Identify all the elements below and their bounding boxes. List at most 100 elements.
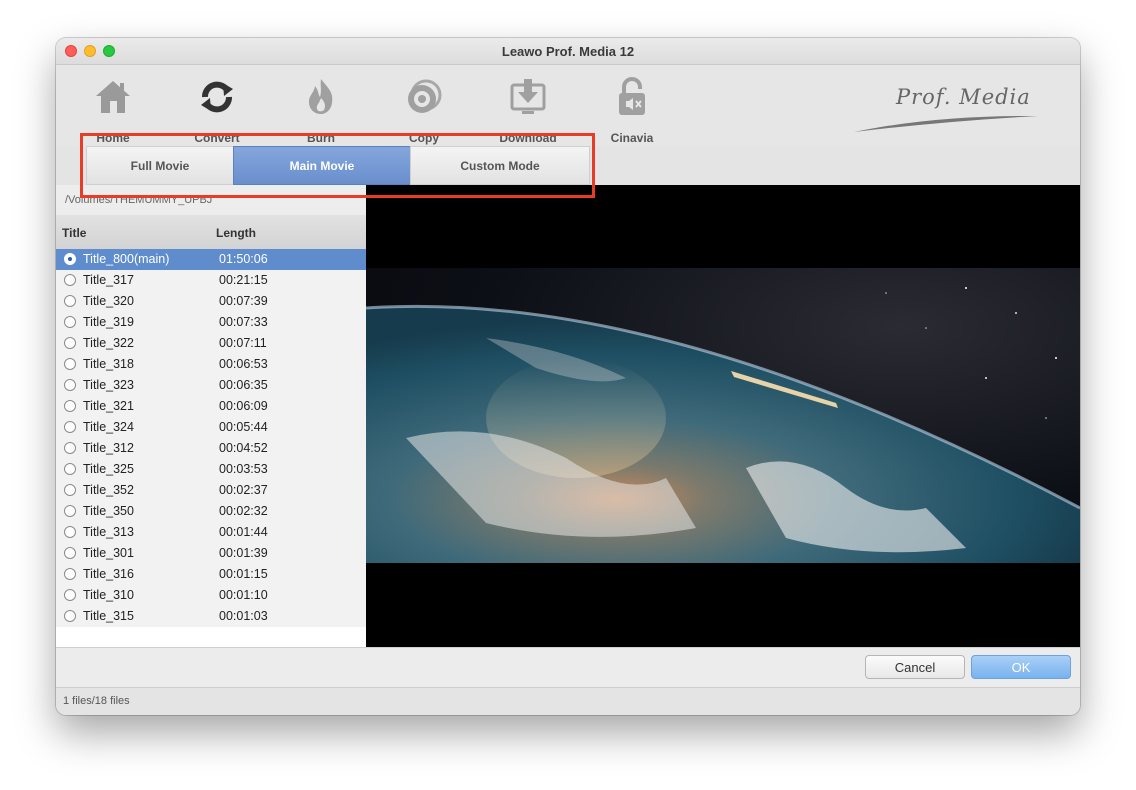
- title-radio[interactable]: [64, 316, 76, 328]
- title-list-header: Title Length: [56, 215, 366, 250]
- ok-button[interactable]: OK: [971, 655, 1071, 679]
- tab-custom-mode[interactable]: Custom Mode: [410, 146, 590, 185]
- title-length: 00:07:33: [219, 315, 268, 329]
- column-header-length[interactable]: Length: [216, 226, 256, 240]
- title-length: 00:02:37: [219, 483, 268, 497]
- title-row[interactable]: Title_319 00:07:33: [56, 312, 366, 333]
- title-name: Title_350: [83, 504, 134, 518]
- title-row[interactable]: Title_800(main) 01:50:06: [56, 249, 366, 270]
- title-name: Title_319: [83, 315, 134, 329]
- title-row[interactable]: Title_322 00:07:11: [56, 333, 366, 354]
- title-length: 00:01:44: [219, 525, 268, 539]
- title-row[interactable]: Title_321 00:06:09: [56, 396, 366, 417]
- title-radio[interactable]: [64, 295, 76, 307]
- title-length: 00:02:32: [219, 504, 268, 518]
- title-length: 01:50:06: [219, 252, 268, 266]
- title-length: 00:06:09: [219, 399, 268, 413]
- title-row[interactable]: Title_350 00:02:32: [56, 501, 366, 522]
- column-header-title[interactable]: Title: [62, 226, 86, 240]
- toolbar-convert-button[interactable]: Convert: [171, 77, 263, 145]
- title-radio[interactable]: [64, 610, 76, 622]
- toolbar-burn-button[interactable]: Burn: [275, 77, 367, 145]
- toolbar-home-button[interactable]: Home: [67, 77, 159, 145]
- title-name: Title_318: [83, 357, 134, 371]
- title-name: Title_317: [83, 273, 134, 287]
- title-row[interactable]: Title_352 00:02:37: [56, 480, 366, 501]
- disc-icon: [408, 79, 442, 113]
- title-length: 00:01:39: [219, 546, 268, 560]
- toolbar-home-label: Home: [96, 131, 130, 145]
- title-radio[interactable]: [64, 526, 76, 538]
- title-length: 00:03:53: [219, 462, 268, 476]
- title-radio[interactable]: [64, 274, 76, 286]
- tab-main-movie-label: Main Movie: [289, 158, 355, 173]
- title-name: Title_313: [83, 525, 134, 539]
- title-name: Title_301: [83, 546, 134, 560]
- source-path-text: /Volumes/THEMUMMY_UPBJ: [65, 194, 213, 206]
- toolbar-burn-label: Burn: [307, 131, 335, 145]
- status-bar: 1 files/18 files: [56, 687, 1080, 715]
- toolbar-cinavia-button[interactable]: Cinavia: [586, 77, 678, 145]
- title-name: Title_315: [83, 609, 134, 623]
- title-row[interactable]: Title_317 00:21:15: [56, 270, 366, 291]
- title-radio[interactable]: [64, 253, 76, 265]
- tab-main-movie[interactable]: Main Movie: [233, 146, 411, 185]
- title-name: Title_320: [83, 294, 134, 308]
- title-radio[interactable]: [64, 358, 76, 370]
- title-radio[interactable]: [64, 400, 76, 412]
- title-name: Title_316: [83, 567, 134, 581]
- title-radio[interactable]: [64, 442, 76, 454]
- title-row[interactable]: Title_316 00:01:15: [56, 564, 366, 585]
- window-title: Leawo Prof. Media 12: [501, 44, 635, 59]
- title-radio[interactable]: [64, 421, 76, 433]
- title-radio[interactable]: [64, 568, 76, 580]
- title-name: Title_325: [83, 462, 134, 476]
- dialog-buttons-bar: Cancel OK: [56, 647, 1080, 688]
- title-radio[interactable]: [64, 589, 76, 601]
- toolbar-download-button[interactable]: Download: [482, 77, 574, 145]
- title-row[interactable]: Title_323 00:06:35: [56, 375, 366, 396]
- title-length: 00:04:52: [219, 441, 268, 455]
- title-bar: Leawo Prof. Media 12: [56, 38, 1080, 65]
- title-list-panel: /Volumes/THEMUMMY_UPBJ Title Length Titl…: [56, 185, 366, 647]
- title-length: 00:06:53: [219, 357, 268, 371]
- title-length: 00:06:35: [219, 378, 268, 392]
- title-radio[interactable]: [64, 337, 76, 349]
- convert-icon: [201, 81, 233, 113]
- title-name: Title_321: [83, 399, 134, 413]
- title-row[interactable]: Title_320 00:07:39: [56, 291, 366, 312]
- title-row[interactable]: Title_312 00:04:52: [56, 438, 366, 459]
- toolbar-copy-label: Copy: [409, 131, 439, 145]
- title-radio[interactable]: [64, 505, 76, 517]
- title-row[interactable]: Title_313 00:01:44: [56, 522, 366, 543]
- toolbar-cinavia-label: Cinavia: [610, 131, 654, 145]
- title-list: Title_800(main) 01:50:06 Title_317 00:21:1…: [56, 249, 366, 627]
- download-icon: [510, 79, 546, 114]
- title-row[interactable]: Title_315 00:01:03: [56, 606, 366, 627]
- title-length: 00:07:11: [219, 336, 267, 350]
- title-row[interactable]: Title_324 00:05:44: [56, 417, 366, 438]
- title-row[interactable]: Title_301 00:01:39: [56, 543, 366, 564]
- title-length: 00:01:10: [219, 588, 268, 602]
- title-name: Title_322: [83, 336, 134, 350]
- tab-full-movie-label: Full Movie: [130, 158, 190, 173]
- title-radio[interactable]: [64, 463, 76, 475]
- title-radio[interactable]: [64, 379, 76, 391]
- toolbar-convert-label: Convert: [194, 131, 240, 145]
- title-length: 00:07:39: [219, 294, 268, 308]
- title-length: 00:05:44: [219, 420, 268, 434]
- title-name: Title_312: [83, 441, 134, 455]
- title-row[interactable]: Title_318 00:06:53: [56, 354, 366, 375]
- video-preview[interactable]: [366, 185, 1080, 647]
- tab-full-movie[interactable]: Full Movie: [86, 146, 234, 185]
- toolbar-copy-button[interactable]: Copy: [378, 77, 470, 145]
- prof-media-logo: Prof. Media: [846, 81, 1046, 141]
- cancel-button[interactable]: Cancel: [865, 655, 965, 679]
- title-radio[interactable]: [64, 547, 76, 559]
- title-row[interactable]: Title_325 00:03:53: [56, 459, 366, 480]
- app-window: Leawo Prof. Media 12 Home Convert Burn C…: [56, 38, 1080, 715]
- source-path: /Volumes/THEMUMMY_UPBJ: [56, 185, 366, 215]
- title-name: Title_324: [83, 420, 134, 434]
- title-row[interactable]: Title_310 00:01:10: [56, 585, 366, 606]
- title-radio[interactable]: [64, 484, 76, 496]
